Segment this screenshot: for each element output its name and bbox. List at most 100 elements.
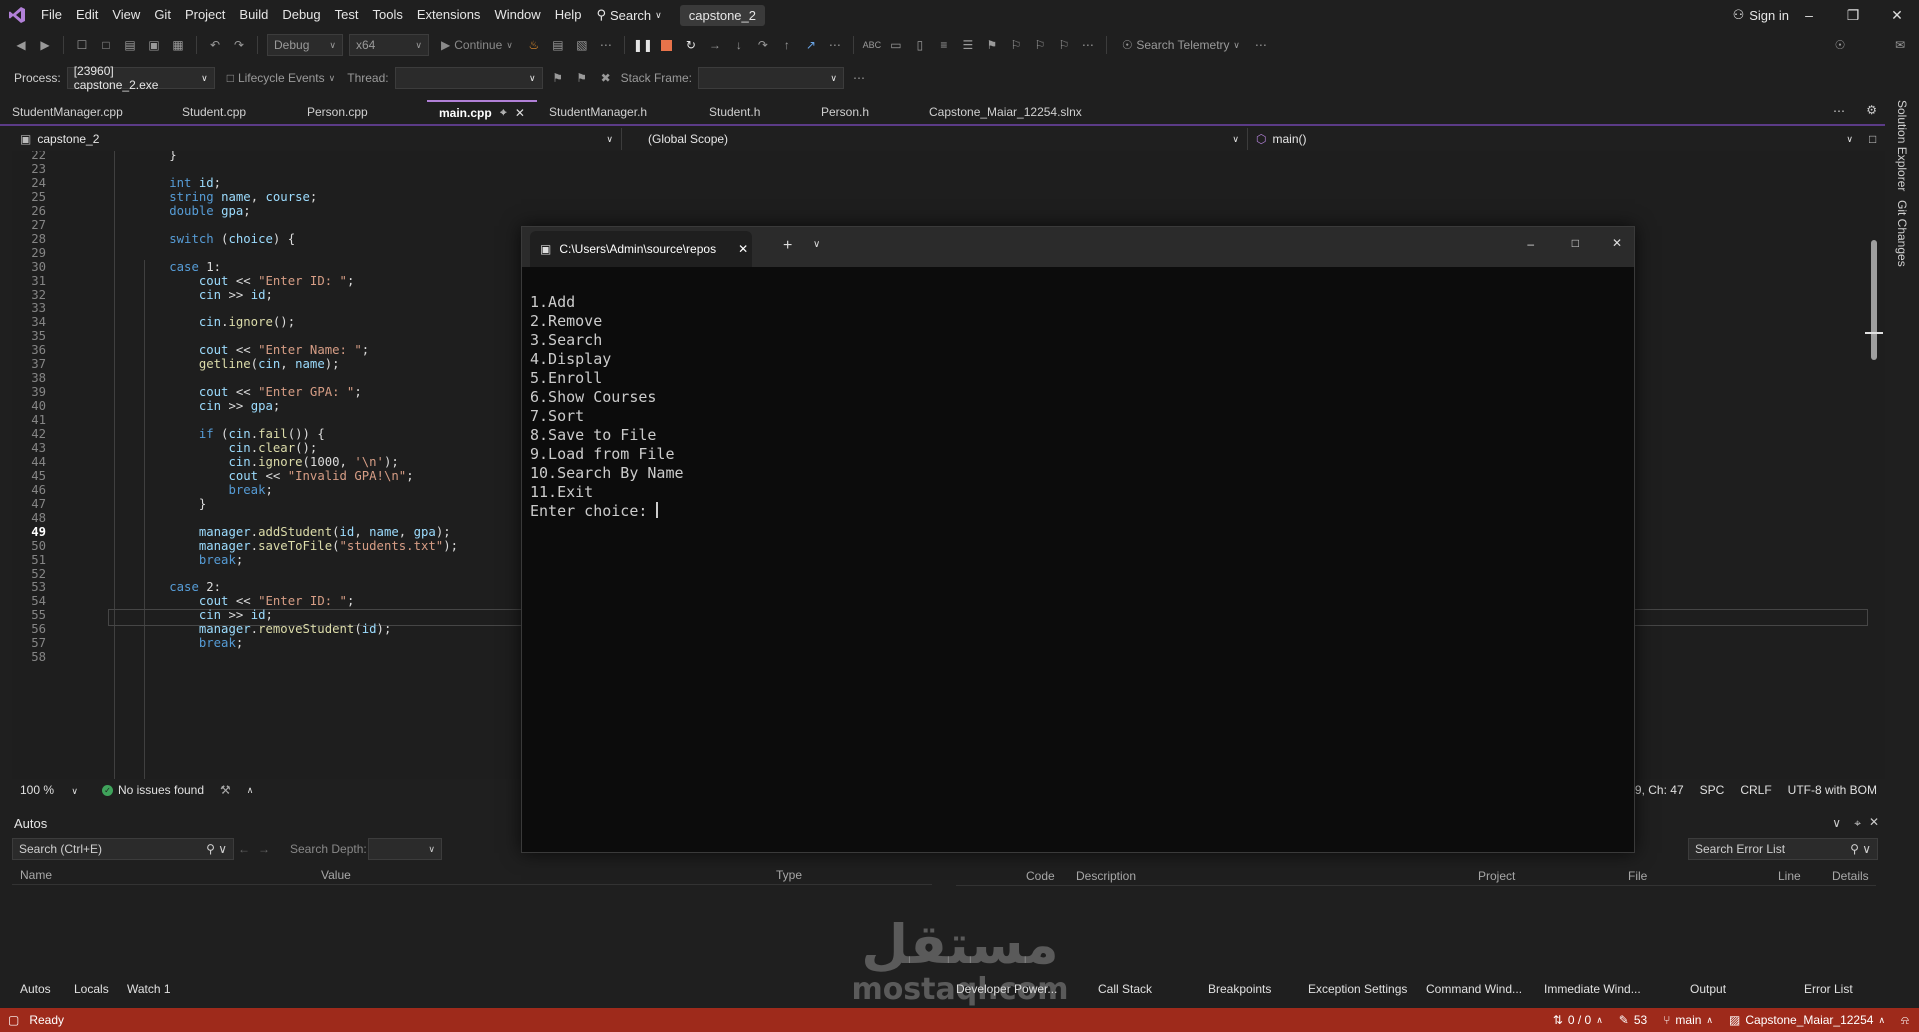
sign-in-button[interactable]: ⚇ Sign in (1733, 0, 1789, 30)
console-window[interactable]: ▣ C:\Users\Admin\source\repos ✕ + ∨ – □ … (521, 226, 1635, 853)
new-project-icon[interactable]: ☐ (73, 36, 91, 54)
split-editor-icon[interactable]: □ (1869, 132, 1876, 146)
step-over-icon[interactable]: ↷ (754, 36, 772, 54)
branch-indicator[interactable]: ⑂ main ∧ (1663, 1013, 1713, 1027)
menu-view[interactable]: View (105, 0, 147, 30)
redo-icon[interactable]: ↷ (230, 36, 248, 54)
pause-icon[interactable]: ❚❚ (633, 36, 653, 54)
menu-project[interactable]: Project (178, 0, 232, 30)
column-header-type[interactable]: Type (776, 868, 802, 882)
step-out-icon[interactable]: ↑ (778, 36, 796, 54)
undo-icon[interactable]: ↶ (206, 36, 224, 54)
bookmark-icon[interactable]: ⚑ (983, 36, 1001, 54)
project-dropdown[interactable]: ▣ capstone_2 ∨ (12, 128, 622, 150)
tab-student-h[interactable]: Student.h (697, 100, 809, 124)
pending-edits-indicator[interactable]: ✎ 53 (1619, 1013, 1647, 1027)
flag-icon[interactable]: ⚑ (549, 69, 567, 87)
column-header-name[interactable]: Name (20, 868, 52, 882)
menu-git[interactable]: Git (147, 0, 178, 30)
tab-person-cpp[interactable]: Person.cpp (295, 100, 427, 124)
more-icon[interactable]: ⋯ (1079, 36, 1097, 54)
tab-error-list[interactable]: Error List (1804, 982, 1853, 996)
more-icon[interactable]: ⋯ (826, 36, 844, 54)
show-next-statement-icon[interactable]: → (706, 36, 724, 54)
maximize-button[interactable]: □ (1572, 236, 1579, 250)
comment-icon[interactable]: ▭ (887, 36, 905, 54)
chevron-down-icon[interactable]: ∨ (1832, 816, 1841, 830)
autos-search-input[interactable]: Search (Ctrl+E) ⚲ ∨ (12, 838, 234, 860)
tab-person-h[interactable]: Person.h (809, 100, 917, 124)
visual-studio-logo-icon[interactable] (0, 0, 34, 30)
notifications-bell-icon[interactable]: ⍾ (1901, 1013, 1909, 1028)
new-file-icon[interactable]: □ (97, 36, 115, 54)
chevron-up-icon[interactable]: ∧ (239, 785, 262, 796)
tab-student-cpp[interactable]: Student.cpp (170, 100, 295, 124)
lifecycle-events-button[interactable]: □ Lifecycle Events ∨ (221, 71, 342, 85)
back-icon[interactable]: ← (238, 842, 250, 856)
chevron-down-icon[interactable]: ∨ (813, 239, 820, 250)
gear-icon[interactable]: ⚙ (1866, 103, 1877, 117)
git-changes-tab[interactable]: Git Changes (1895, 200, 1909, 267)
thread-dropdown[interactable]: ∨ (394, 67, 543, 89)
code-cleanup-icon[interactable]: ⚒ (212, 783, 239, 797)
pin-icon[interactable]: ⌖ (500, 107, 506, 120)
tab-autos[interactable]: Autos (20, 982, 51, 996)
more-icon[interactable]: ⋯ (1252, 36, 1270, 54)
zoom-dropdown[interactable]: 100 % ∨ (12, 783, 86, 797)
menu-debug[interactable]: Debug (275, 0, 327, 30)
column-header-project[interactable]: Project (1478, 869, 1515, 883)
close-icon[interactable]: ✕ (515, 106, 525, 120)
continue-button[interactable]: ▶ Continue ∨ (435, 38, 519, 52)
tab-main-cpp[interactable]: main.cpp ⌖ ✕ (427, 100, 537, 124)
column-header-details[interactable]: Details (1832, 869, 1869, 883)
code-line[interactable]: 58 (12, 649, 46, 666)
stop-icon[interactable] (658, 36, 676, 54)
platform-dropdown[interactable]: x64 ∨ (349, 34, 429, 56)
tab-breakpoints[interactable]: Breakpoints (1208, 982, 1271, 996)
column-header-description[interactable]: Description (1076, 869, 1136, 883)
step-into-icon[interactable]: ↓ (730, 36, 748, 54)
restore-button[interactable]: ❐ (1831, 0, 1875, 30)
back-icon[interactable]: ◀ (12, 36, 30, 54)
tab-call-stack[interactable]: Call Stack (1098, 982, 1152, 996)
search-depth-dropdown[interactable]: ∨ (368, 838, 442, 860)
console-prompt-line[interactable]: Enter choice: (530, 502, 684, 521)
menu-help[interactable]: Help (548, 0, 589, 30)
folder-icon[interactable]: ▤ (549, 36, 567, 54)
menu-window[interactable]: Window (487, 0, 547, 30)
menu-build[interactable]: Build (232, 0, 275, 30)
close-icon[interactable]: ✕ (738, 242, 748, 256)
feedback-icon[interactable]: ✉ (1891, 36, 1909, 54)
new-tab-icon[interactable]: + (783, 237, 792, 255)
tab-studentmanager-cpp[interactable]: StudentManager.cpp (0, 100, 170, 124)
outdent-icon[interactable]: ☰ (959, 36, 977, 54)
next-bookmark-icon[interactable]: ⚐ (1031, 36, 1049, 54)
console-titlebar[interactable]: ▣ C:\Users\Admin\source\repos ✕ + ∨ – □ … (522, 227, 1634, 267)
menu-extensions[interactable]: Extensions (410, 0, 488, 30)
error-list-search-input[interactable]: Search Error List ⚲ ∨ (1688, 838, 1878, 860)
save-all-icon[interactable]: ▦ (169, 36, 187, 54)
indentation-mode[interactable]: SPC (1692, 783, 1733, 797)
pin-icon[interactable]: ⌖ (1854, 816, 1861, 831)
tab-output[interactable]: Output (1690, 982, 1726, 996)
flag-all-icon[interactable]: ⚑ (573, 69, 591, 87)
clear-bookmarks-icon[interactable]: ⚐ (1055, 36, 1073, 54)
spell-check-icon[interactable]: ABC (863, 36, 882, 54)
editor-scrollbar-thumb[interactable] (1871, 240, 1877, 360)
performance-profiler-icon[interactable]: ↗ (802, 36, 820, 54)
tab-solution-slnx[interactable]: Capstone_Maiar_12254.slnx (917, 100, 1117, 124)
more-icon[interactable]: ⋯ (850, 69, 868, 87)
uncomment-icon[interactable]: ▯ (911, 36, 929, 54)
tab-command-window[interactable]: Command Wind... (1426, 982, 1522, 996)
file-encoding[interactable]: UTF-8 with BOM (1780, 783, 1885, 797)
console-output[interactable]: 1.Add 2.Remove 3.Search 4.Display 5.Enro… (530, 293, 684, 521)
global-search-button[interactable]: ⚲ Search ∨ (588, 7, 669, 23)
close-button[interactable]: ✕ (1612, 236, 1622, 250)
search-telemetry-dropdown[interactable]: ☉ Search Telemetry ∨ (1116, 34, 1246, 56)
scope-dropdown[interactable]: (Global Scope) ∨ (622, 128, 1248, 150)
close-icon[interactable]: ✕ (1869, 815, 1879, 829)
restart-icon[interactable]: ↻ (682, 36, 700, 54)
filter-icon[interactable]: ✖ (597, 69, 615, 87)
column-header-value[interactable]: Value (321, 868, 351, 882)
indent-icon[interactable]: ≡ (935, 36, 953, 54)
